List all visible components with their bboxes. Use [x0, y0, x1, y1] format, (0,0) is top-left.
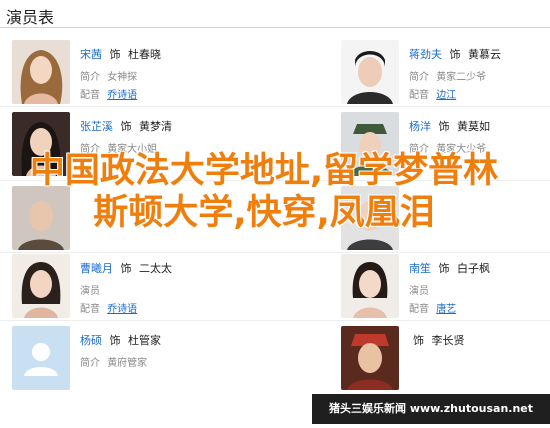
- role-prefix: 饰: [120, 262, 132, 275]
- page-title: 演员表: [6, 8, 55, 27]
- row-divider: [0, 320, 550, 321]
- actor-photo[interactable]: [341, 112, 399, 176]
- voice-value: 黄家大小姐: [107, 144, 158, 155]
- role-name: 黄慕云: [468, 48, 501, 61]
- row-divider: [0, 252, 550, 253]
- voice-prefix: 演员: [409, 286, 429, 297]
- actor-photo[interactable]: [12, 40, 70, 104]
- role-name: 李长贤: [431, 334, 465, 347]
- role-prefix: 饰: [413, 334, 424, 347]
- actor-name-link[interactable]: 曹曦月: [80, 262, 113, 275]
- cast-card[interactable]: 南笙 饰 白子枫 演员 配音 唐艺: [341, 254, 550, 324]
- cast-card[interactable]: [12, 186, 284, 256]
- role-prefix: 饰: [438, 120, 450, 133]
- actor-photo[interactable]: [12, 112, 70, 176]
- role-prefix: 饰: [109, 334, 121, 347]
- role-name: 黄梦清: [139, 120, 172, 133]
- actor-photo[interactable]: [341, 186, 399, 250]
- role-name: 白子枫: [457, 262, 490, 275]
- actor-name-link[interactable]: 杨硕: [80, 334, 102, 347]
- role-prefix: 饰: [109, 48, 121, 61]
- actor-photo[interactable]: [341, 40, 399, 104]
- site-watermark: 猪头三娱乐新闻 www.zhutousan.net: [312, 394, 550, 424]
- voice-prefix: 简介: [80, 358, 100, 369]
- role-name: 黄莫如: [457, 120, 490, 133]
- dub-link[interactable]: 边江: [436, 90, 456, 101]
- title-bar: 演员表: [0, 0, 550, 28]
- cast-card[interactable]: [341, 186, 550, 256]
- role-prefix: 饰: [120, 120, 132, 133]
- actor-photo[interactable]: [12, 254, 70, 318]
- role-name: 二太太: [139, 262, 172, 275]
- dub-link[interactable]: 唐艺: [436, 304, 456, 315]
- actor-name-link[interactable]: 南笙: [409, 262, 431, 275]
- actor-name-link[interactable]: 蒋劲夫: [409, 48, 442, 61]
- actor-name-link[interactable]: 张芷溪: [80, 120, 113, 133]
- dub-prefix: 配音: [80, 90, 100, 101]
- dub-prefix: 配音: [409, 90, 429, 101]
- cast-card[interactable]: 饰 李长贤: [341, 326, 550, 396]
- voice-prefix: 简介: [409, 144, 429, 155]
- voice-prefix: 简介: [80, 144, 100, 155]
- voice-value: 黄家二少爷: [436, 72, 487, 83]
- cast-card[interactable]: 宋茜 饰 杜春晓 简介 女神探 配音 乔诗语: [12, 40, 284, 110]
- cast-card[interactable]: 杨洋 饰 黄莫如 简介 黄家大少爷: [341, 112, 550, 182]
- role-name: 杜管家: [128, 334, 161, 347]
- voice-prefix: 简介: [80, 72, 100, 83]
- voice-prefix: 演员: [80, 286, 100, 297]
- row-divider: [0, 180, 550, 181]
- dub-link[interactable]: 乔诗语: [107, 304, 137, 315]
- row-divider: [0, 106, 550, 107]
- voice-value: 女神探: [107, 72, 138, 83]
- role-prefix: 饰: [449, 48, 461, 61]
- dub-prefix: 配音: [409, 304, 429, 315]
- actor-name-link[interactable]: 杨洋: [409, 120, 431, 133]
- actor-photo[interactable]: [12, 186, 70, 250]
- avatar-placeholder[interactable]: [12, 326, 70, 390]
- voice-value: 黄家大少爷: [436, 144, 487, 155]
- actor-photo[interactable]: [341, 326, 399, 390]
- cast-card[interactable]: 张芷溪 饰 黄梦清 简介 黄家大小姐: [12, 112, 284, 182]
- actor-photo[interactable]: [341, 254, 399, 318]
- role-name: 杜春晓: [128, 48, 161, 61]
- voice-prefix: 简介: [409, 72, 429, 83]
- dub-link[interactable]: 乔诗语: [107, 90, 137, 101]
- cast-card[interactable]: 曹曦月 饰 二太太 演员 配音 乔诗语: [12, 254, 284, 324]
- role-prefix: 饰: [438, 262, 450, 275]
- cast-card[interactable]: 蒋劲夫 饰 黄慕云 简介 黄家二少爷 配音 边江: [341, 40, 550, 110]
- dub-prefix: 配音: [80, 304, 100, 315]
- actor-name-link[interactable]: 宋茜: [80, 48, 102, 61]
- voice-value: 黄府管家: [107, 358, 148, 369]
- cast-card[interactable]: 杨硕 饰 杜管家 简介 黄府管家: [12, 326, 284, 396]
